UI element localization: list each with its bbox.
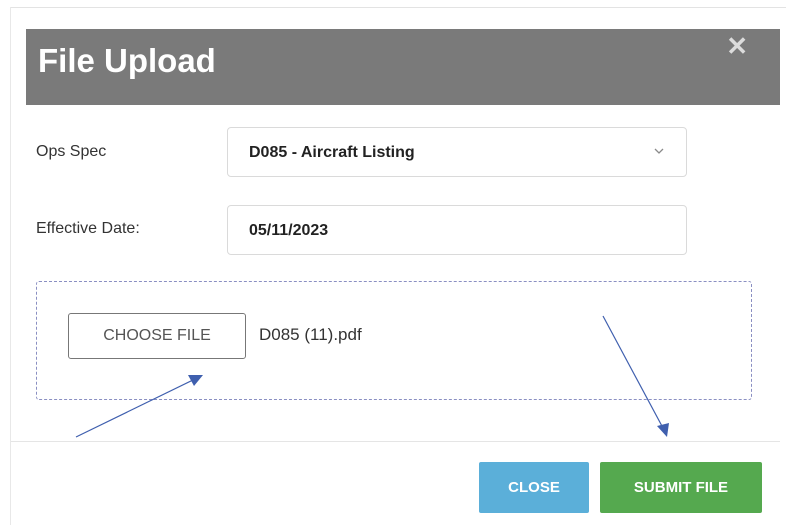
close-button[interactable]: CLOSE <box>479 462 589 513</box>
effective-date-value: 05/11/2023 <box>249 222 329 239</box>
file-upload-dialog: File Upload ✕ Ops Spec D085 - Aircraft L… <box>0 0 786 525</box>
submit-file-button[interactable]: SUBMIT FILE <box>600 462 762 513</box>
ops-spec-select[interactable]: D085 - Aircraft Listing <box>227 127 687 177</box>
effective-date-field[interactable]: 05/11/2023 <box>227 205 687 255</box>
effective-date-label: Effective Date: <box>36 220 140 237</box>
choose-file-button[interactable]: CHOOSE FILE <box>68 313 246 359</box>
chevron-down-icon <box>654 148 664 154</box>
dialog-top-border <box>10 7 786 8</box>
footer-divider <box>11 441 780 442</box>
ops-spec-label: Ops Spec <box>36 143 107 160</box>
ops-spec-selected-value: D085 - Aircraft Listing <box>249 144 415 161</box>
dialog-header: File Upload ✕ <box>26 29 780 105</box>
dialog-left-border <box>10 7 11 525</box>
selected-file-name: D085 (11).pdf <box>259 325 362 344</box>
dialog-title: File Upload <box>38 42 216 79</box>
close-icon[interactable]: ✕ <box>726 31 748 61</box>
